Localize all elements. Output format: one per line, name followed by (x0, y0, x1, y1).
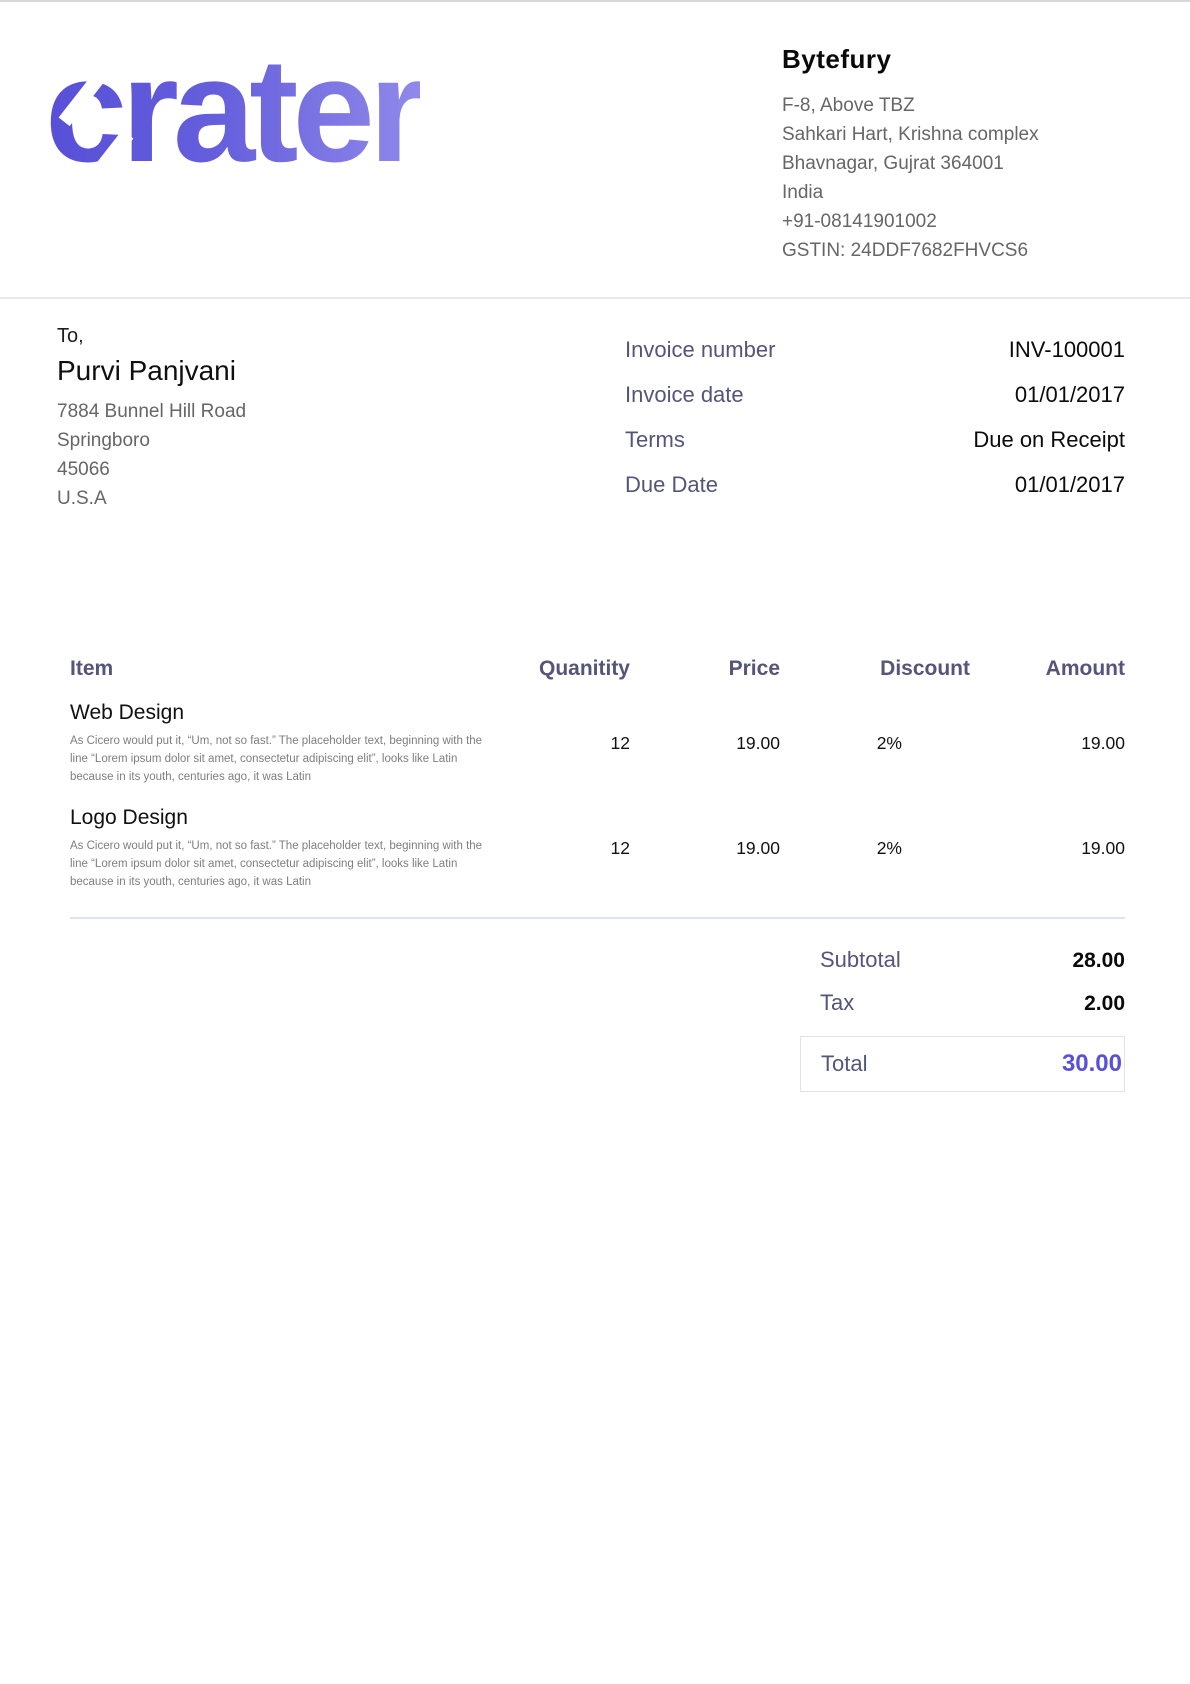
tax-value: 2.00 (1084, 992, 1125, 1016)
company-address-line: Bhavnagar, Gujrat 364001 (782, 149, 1112, 178)
company-gstin: GSTIN: 24DDF7682FHVCS6 (782, 236, 1112, 265)
item-quantity: 12 (500, 806, 630, 891)
subtotal-value: 28.00 (1072, 949, 1125, 973)
customer-name: Purvi Panjvani (57, 355, 246, 387)
customer-address-line: 45066 (57, 455, 246, 484)
table-row: Web Design As Cicero would put it, “Um, … (70, 701, 1125, 786)
item-name: Logo Design (70, 806, 500, 830)
column-header-price: Price (630, 657, 780, 681)
item-description: As Cicero would put it, “Um, not so fast… (70, 732, 492, 786)
company-address-line: Sahkari Hart, Krishna complex (782, 120, 1112, 149)
invoice-number-label: Invoice number (625, 337, 775, 363)
column-header-quantity: Quanitity (500, 657, 630, 681)
column-header-discount: Discount (780, 657, 970, 681)
table-row: Logo Design As Cicero would put it, “Um,… (70, 806, 1125, 891)
tax-label: Tax (820, 990, 854, 1016)
crater-logo: crater (45, 30, 420, 297)
column-header-amount: Amount (970, 657, 1125, 681)
item-amount: 19.00 (970, 806, 1125, 891)
total-value: 30.00 (1062, 1050, 1122, 1078)
item-price: 19.00 (630, 806, 780, 891)
items-table: Item Quanitity Price Discount Amount Web… (0, 657, 1190, 919)
totals-section: Subtotal 28.00 Tax 2.00 Total 30.00 (800, 947, 1125, 1092)
due-date-value: 01/01/2017 (1015, 472, 1125, 498)
invoice-number-value: INV-100001 (1009, 337, 1125, 363)
invoice-date-label: Invoice date (625, 382, 744, 408)
due-date-row: Due Date 01/01/2017 (625, 472, 1125, 498)
invoice-meta: Invoice number INV-100001 Invoice date 0… (625, 337, 1125, 517)
terms-value: Due on Receipt (973, 427, 1125, 453)
item-description: As Cicero would put it, “Um, not so fast… (70, 837, 492, 891)
item-price: 19.00 (630, 701, 780, 786)
due-date-label: Due Date (625, 472, 718, 498)
item-amount: 19.00 (970, 701, 1125, 786)
customer-address-line: 7884 Bunnel Hill Road (57, 397, 246, 426)
company-info: Bytefury F-8, Above TBZ Sahkari Hart, Kr… (782, 44, 1112, 297)
table-bottom-divider (70, 917, 1125, 919)
company-name: Bytefury (782, 44, 1112, 75)
item-name: Web Design (70, 701, 500, 725)
company-address-line: India (782, 178, 1112, 207)
subtotal-label: Subtotal (820, 947, 901, 973)
item-discount: 2% (780, 701, 970, 786)
billing-section: To, Purvi Panjvani 7884 Bunnel Hill Road… (0, 299, 1190, 517)
subtotal-row: Subtotal 28.00 (800, 947, 1125, 973)
tax-row: Tax 2.00 (800, 990, 1125, 1016)
invoice-header: crater Bytefury F-8, Above TBZ Sahkari H… (0, 2, 1190, 299)
bill-to-block: To, Purvi Panjvani 7884 Bunnel Hill Road… (57, 321, 246, 517)
company-address-line: F-8, Above TBZ (782, 91, 1112, 120)
items-table-header: Item Quanitity Price Discount Amount (70, 657, 1125, 681)
invoice-date-row: Invoice date 01/01/2017 (625, 382, 1125, 408)
invoice-date-value: 01/01/2017 (1015, 382, 1125, 408)
terms-row: Terms Due on Receipt (625, 427, 1125, 453)
customer-address-line: Springboro (57, 426, 246, 455)
company-phone: +91-08141901002 (782, 207, 1112, 236)
total-label: Total (821, 1051, 867, 1077)
item-quantity: 12 (500, 701, 630, 786)
terms-label: Terms (625, 427, 685, 453)
item-cell: Logo Design As Cicero would put it, “Um,… (70, 806, 500, 891)
invoice-number-row: Invoice number INV-100001 (625, 337, 1125, 363)
invoice-page: crater Bytefury F-8, Above TBZ Sahkari H… (0, 0, 1190, 1684)
customer-address-line: U.S.A (57, 484, 246, 513)
item-cell: Web Design As Cicero would put it, “Um, … (70, 701, 500, 786)
total-box: Total 30.00 (800, 1036, 1125, 1092)
column-header-item: Item (70, 657, 500, 681)
bill-to-label: To, (57, 321, 246, 351)
item-discount: 2% (780, 806, 970, 891)
